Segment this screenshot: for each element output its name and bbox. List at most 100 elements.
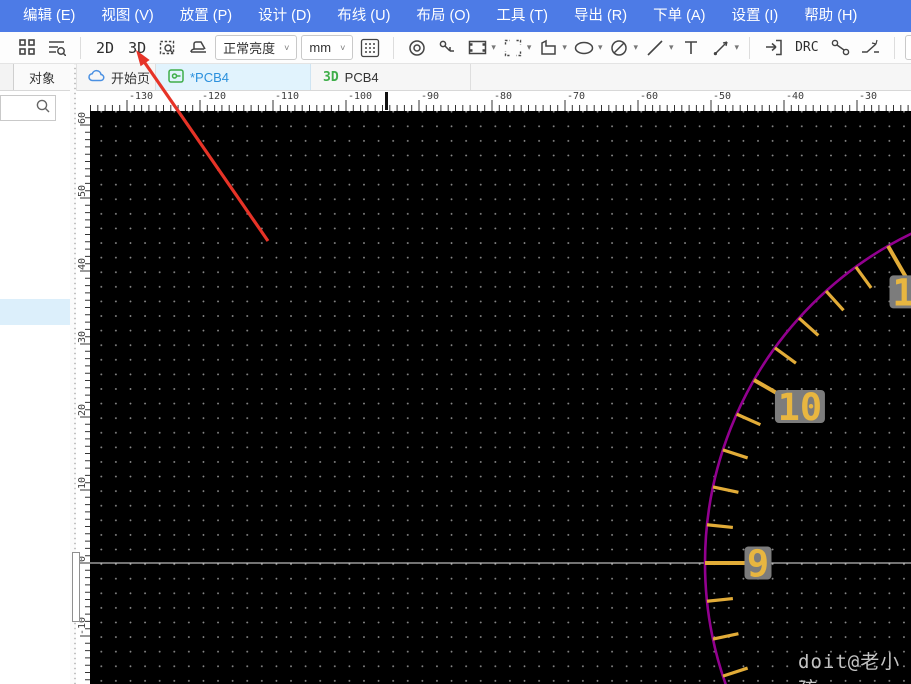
copper-area-icon xyxy=(535,35,561,61)
search-input[interactable] xyxy=(0,95,56,121)
v-ruler-label: 40 xyxy=(77,257,88,270)
unit-dropdown[interactable]: mm ˅ xyxy=(301,35,354,60)
dial-tick[interactable] xyxy=(712,485,739,494)
region-icon xyxy=(500,35,526,61)
sidebar-header: 对象 xyxy=(0,64,70,90)
copper-area-tool[interactable]: ▾ xyxy=(535,35,567,61)
view-2d-button[interactable]: 2D xyxy=(91,39,119,57)
menu-item-5[interactable]: 布局 (O) xyxy=(403,0,483,32)
h-ruler-label: -110 xyxy=(275,91,300,102)
menu-item-10[interactable]: 帮助 (H) xyxy=(791,0,870,32)
import-icon[interactable] xyxy=(760,35,786,61)
menu-item-3[interactable]: 设计 (D) xyxy=(245,0,324,32)
chevron-down-icon: ▾ xyxy=(562,42,567,52)
line-tool[interactable]: ▾ xyxy=(642,35,674,61)
chevron-down-icon: ▾ xyxy=(597,42,603,52)
unit-value: mm xyxy=(309,40,332,55)
view-3d-button[interactable]: 3D xyxy=(123,39,151,57)
net-icon[interactable] xyxy=(828,35,854,61)
grid-settings-icon[interactable] xyxy=(357,35,383,61)
tab-3d-icon: 3D xyxy=(323,69,339,85)
panel-layout-icon[interactable] xyxy=(14,35,40,61)
tab-pcb4-editor[interactable]: *PCB4 xyxy=(156,64,311,90)
tab-label: *PCB4 xyxy=(190,69,230,85)
h-ruler-label: -60 xyxy=(640,91,659,102)
menu-item-0[interactable]: 编辑 (E) xyxy=(10,0,88,32)
chevron-down-icon: ▾ xyxy=(734,42,740,52)
h-ruler-label: -120 xyxy=(202,91,227,102)
keepout-icon xyxy=(606,35,632,61)
svg-text:9: 9 xyxy=(747,543,769,586)
text-tool-icon[interactable] xyxy=(678,35,704,61)
tab-label: PCB4 xyxy=(344,69,379,85)
sidebar-selected-row[interactable] xyxy=(0,299,70,325)
via-icon[interactable] xyxy=(404,35,430,61)
h-ruler-label: -50 xyxy=(713,91,732,102)
dial-tick[interactable] xyxy=(706,596,734,603)
dial-tick[interactable] xyxy=(722,666,749,678)
search-icon xyxy=(35,98,51,119)
dial-tick[interactable] xyxy=(735,412,762,427)
brightness-dropdown[interactable]: 正常亮度 ˅ xyxy=(215,35,298,60)
list-search-icon[interactable] xyxy=(44,35,70,61)
tab-pcb4-3d[interactable]: 3D PCB4 xyxy=(311,64,471,90)
menu-item-4[interactable]: 布线 (U) xyxy=(324,0,403,32)
zoom-region-icon[interactable] xyxy=(155,35,181,61)
vertical-scrollbar-thumb[interactable] xyxy=(72,552,80,622)
pin-icon[interactable] xyxy=(434,35,460,61)
menu-item-8[interactable]: 下单 (A) xyxy=(640,0,718,32)
clock-dial-drawing: 11 10 9 xyxy=(90,197,911,684)
chevron-down-icon: ▾ xyxy=(491,42,496,52)
wire-width-dropdown[interactable]: 线宽 xyxy=(904,35,911,60)
dial-tick[interactable] xyxy=(773,346,797,365)
pcb-footprint-icon xyxy=(168,68,184,86)
svg-text:10: 10 xyxy=(778,386,823,429)
watermark: doit@老小孩 xyxy=(798,651,901,684)
print-icon[interactable] xyxy=(185,35,211,61)
pcb-canvas[interactable]: 11 10 9 doit@老小孩 xyxy=(90,111,911,684)
chevron-down-icon: ▾ xyxy=(526,42,532,52)
dial-arc[interactable] xyxy=(703,197,911,684)
objects-sidebar xyxy=(0,91,70,684)
dial-tick[interactable] xyxy=(706,523,734,530)
toolbar-separator xyxy=(749,36,751,59)
dial-number-10[interactable]: 10 xyxy=(774,386,825,429)
toolbar-separator xyxy=(393,36,395,59)
ellipse-icon xyxy=(571,35,597,61)
chevron-down-icon: ▾ xyxy=(669,42,674,52)
dial-tick[interactable] xyxy=(712,632,739,641)
sidebar-tab-objects[interactable]: 对象 xyxy=(13,64,70,90)
ruler-corner xyxy=(76,91,90,111)
v-ruler-label: 30 xyxy=(77,330,88,343)
pad-tool[interactable]: ▾ xyxy=(464,35,496,61)
region-tool[interactable]: ▾ xyxy=(500,35,532,61)
cut-switch-icon[interactable] xyxy=(858,35,884,61)
menu-item-1[interactable]: 视图 (V) xyxy=(88,0,166,32)
dial-tick[interactable] xyxy=(824,289,845,312)
chevron-down-icon: ˅ xyxy=(340,42,346,53)
toolbar-separator xyxy=(80,36,81,59)
menu-item-7[interactable]: 导出 (R) xyxy=(561,0,640,32)
ellipse-tool[interactable]: ▾ xyxy=(571,35,603,61)
drc-button[interactable]: DRC xyxy=(790,40,823,55)
menu-item-9[interactable]: 设置 (I) xyxy=(718,0,791,32)
dial-tick[interactable] xyxy=(797,316,820,337)
dial-number-9[interactable]: 9 xyxy=(744,543,772,586)
horizontal-ruler: -130 -120 -110 -100 -90 -80 -70 -60 -50 -40 -30 xyxy=(90,91,911,111)
keepout-tool[interactable]: ▾ xyxy=(606,35,638,61)
menu-item-2[interactable]: 放置 (P) xyxy=(167,0,245,32)
dimension-tool[interactable]: ▾ xyxy=(708,35,740,61)
main-toolbar: 2D 3D 正常亮度 ˅ mm ˅ ▾ ▾ ▾ ▾ ▾ ▾ ▾ DRC xyxy=(0,32,911,64)
chevron-down-icon: ▾ xyxy=(633,42,638,52)
dial-tick[interactable] xyxy=(722,448,749,460)
document-tab-bar: 对象 开始页 *PCB4 3D PCB4 xyxy=(0,64,911,91)
dial-tick[interactable] xyxy=(854,265,873,289)
h-ruler-label: -70 xyxy=(567,91,586,102)
menu-bar: 编辑 (E) 视图 (V) 放置 (P) 设计 (D) 布线 (U) 布局 (O) 工具 (… xyxy=(0,0,911,32)
menu-item-6[interactable]: 工具 (T) xyxy=(483,0,561,32)
h-ruler-label: -80 xyxy=(494,91,513,102)
h-ruler-label: -100 xyxy=(348,91,373,102)
dimension-icon xyxy=(708,35,734,61)
tab-start-page[interactable]: 开始页 xyxy=(76,64,156,90)
dial-number-11[interactable]: 11 xyxy=(889,271,911,314)
